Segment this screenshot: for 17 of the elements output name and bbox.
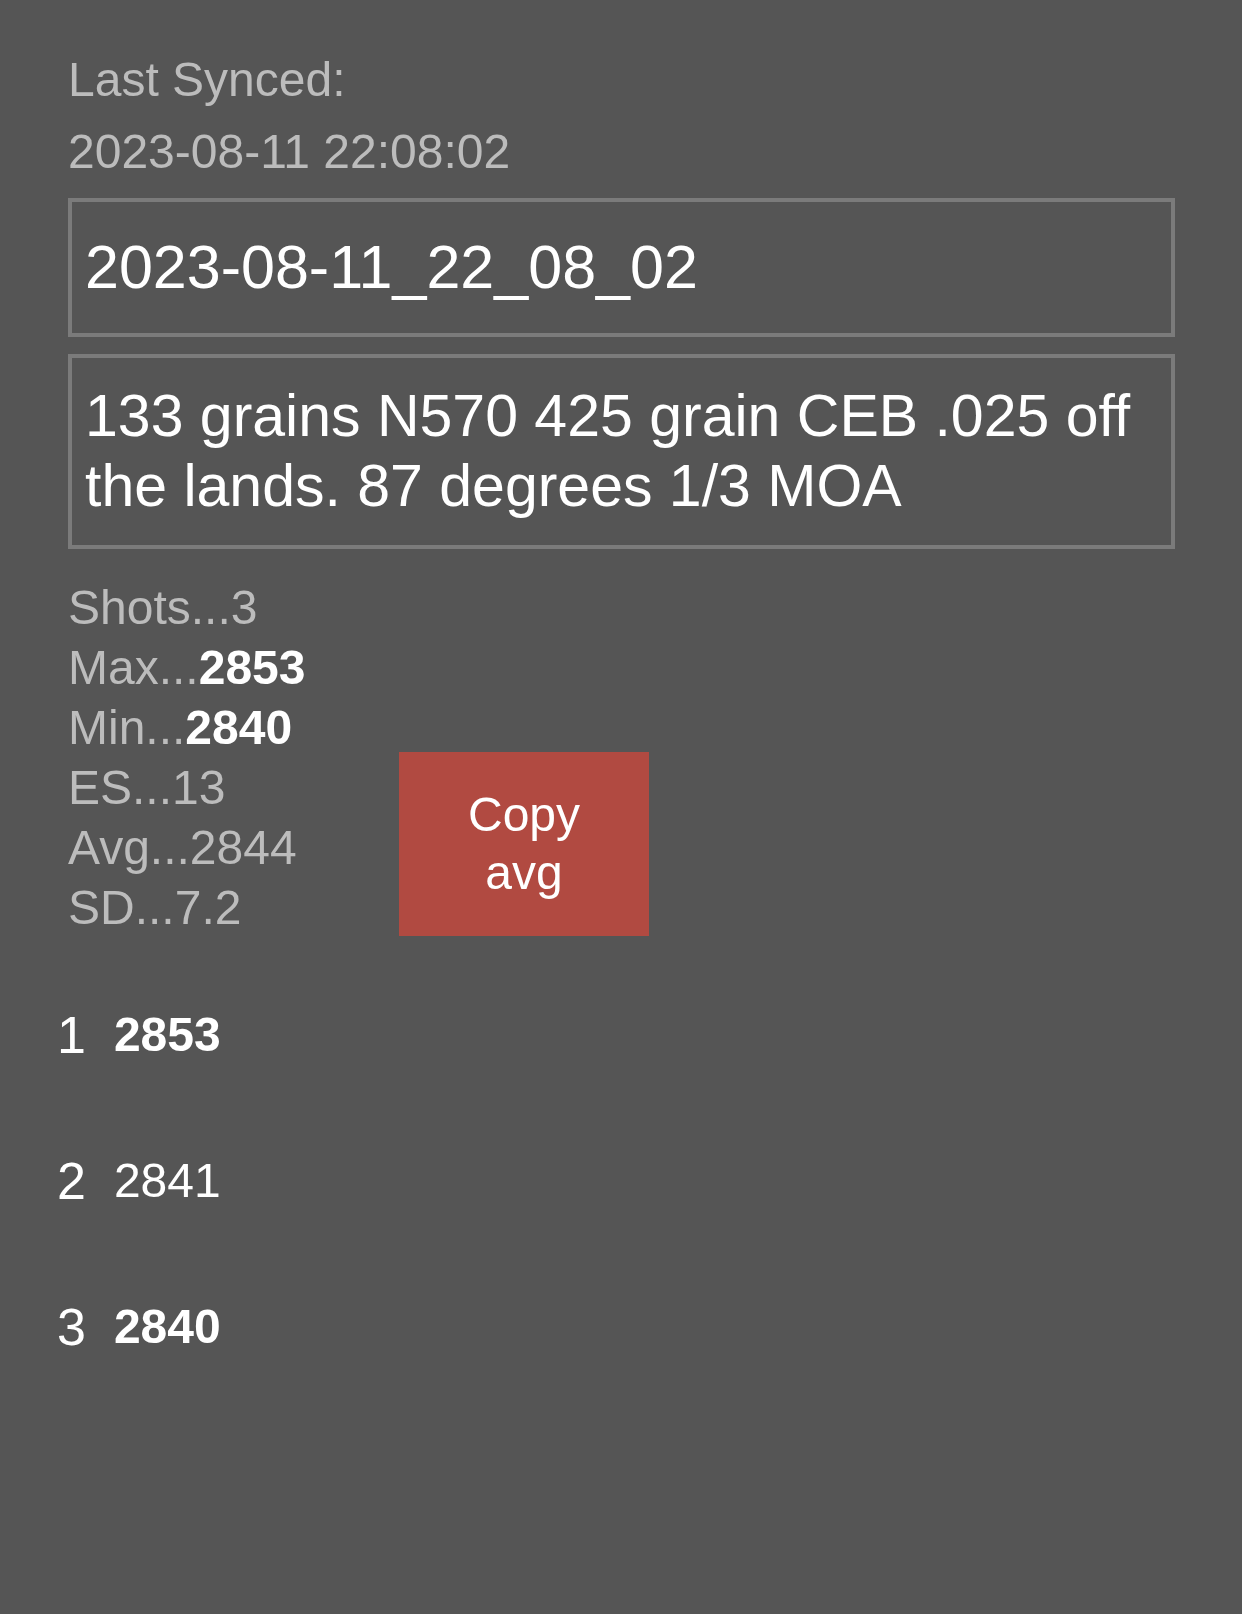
copy-button[interactable]: Copy avg [399,752,649,936]
sync-label: Last Synced: [68,52,346,108]
shot-value: 2853 [113,1007,221,1063]
stat-line: Max...2853 [68,640,306,696]
shot-number: 3 [57,1297,86,1357]
sync-timestamp: 2023-08-11 22:08:02 [68,124,511,180]
shot-value: 2841 [113,1153,221,1209]
text-field[interactable]: 2023-08-11_22_08_02 [68,198,1175,337]
stat-line: Avg...2844 [68,820,297,876]
stat-line: SD...7.2 [68,880,242,936]
stat-line: Shots...3 [68,580,258,636]
shot-number: 2 [57,1151,86,1211]
shot-value: 2840 [113,1299,221,1355]
stat-line: ES...13 [68,760,226,816]
stat-line: Min...2840 [68,700,293,756]
shot-number: 1 [57,1005,86,1065]
text-field[interactable]: 133 grains N570 425 grain CEB .025 off the lands. 87 degrees 1/3 MOA [68,354,1175,549]
